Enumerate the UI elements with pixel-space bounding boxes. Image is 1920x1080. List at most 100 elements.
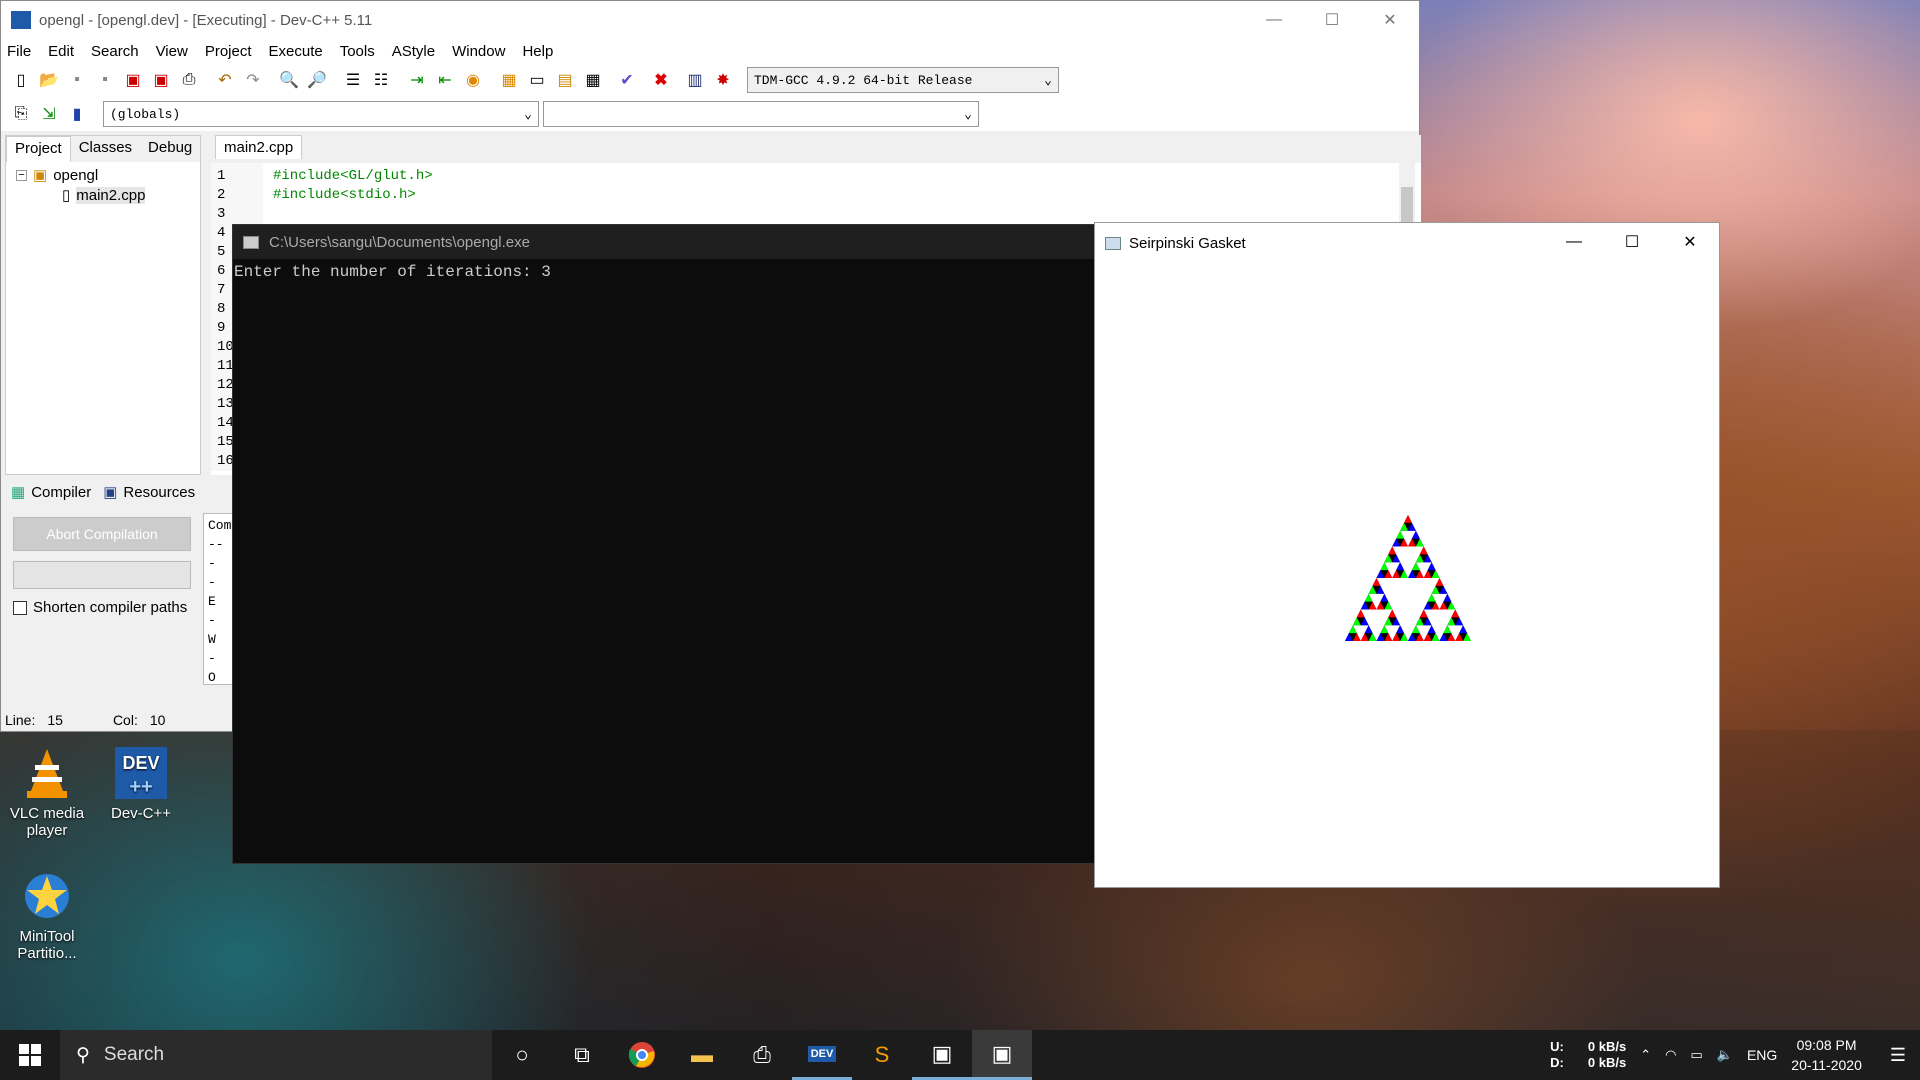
tab-classes[interactable]: Classes bbox=[71, 136, 140, 162]
net-d-value: 0 kB/s bbox=[1587, 1055, 1627, 1070]
menu-search[interactable]: Search bbox=[91, 43, 139, 60]
chrome-icon[interactable] bbox=[612, 1030, 672, 1080]
grid-icon[interactable]: ▦ bbox=[581, 68, 605, 92]
notifications-icon[interactable]: ☰ bbox=[1890, 1045, 1906, 1066]
collapse-icon[interactable]: − bbox=[16, 169, 27, 181]
menu-view[interactable]: View bbox=[156, 43, 188, 60]
toggle-icon[interactable]: ⇲ bbox=[37, 102, 61, 126]
minimize-button[interactable]: — bbox=[1245, 1, 1303, 39]
tree-root[interactable]: − ▣ opengl bbox=[16, 166, 190, 184]
log-line: Com bbox=[208, 518, 232, 533]
goto-line-icon[interactable]: ⇤ bbox=[433, 68, 457, 92]
gasket-face bbox=[1380, 625, 1389, 634]
replace-icon[interactable]: 🔎 bbox=[305, 68, 329, 92]
close-file-icon[interactable]: ▣ bbox=[121, 68, 145, 92]
log-line: - W bbox=[208, 613, 216, 647]
start-button[interactable] bbox=[0, 1030, 60, 1080]
redo-icon[interactable]: ↷ bbox=[241, 68, 265, 92]
close-all-icon[interactable]: ▣ bbox=[149, 68, 173, 92]
menu-astyle[interactable]: AStyle bbox=[392, 43, 435, 60]
menu-help[interactable]: Help bbox=[522, 43, 553, 60]
find-icon[interactable]: 🔍 bbox=[277, 68, 301, 92]
abort-compilation-button[interactable]: Abort Compilation bbox=[13, 517, 191, 551]
print-icon[interactable]: ⎙ bbox=[177, 68, 201, 92]
minimize-button[interactable]: — bbox=[1545, 223, 1603, 261]
close-button[interactable]: ✕ bbox=[1661, 223, 1719, 261]
devcpp-taskbar-icon[interactable]: DEV bbox=[792, 1030, 852, 1080]
debug-icon[interactable]: ✸ bbox=[711, 68, 735, 92]
stop-icon[interactable]: ✖ bbox=[649, 68, 673, 92]
new-project-icon[interactable]: ▦ bbox=[497, 68, 521, 92]
unindent-icon[interactable]: ☷ bbox=[369, 68, 393, 92]
save-icon[interactable]: ▪ bbox=[65, 68, 89, 92]
printer-app-icon[interactable]: ⎙ bbox=[732, 1030, 792, 1080]
maximize-button[interactable]: ☐ bbox=[1603, 223, 1661, 261]
tab-compiler[interactable]: ▦ Compiler bbox=[11, 483, 91, 502]
net-d-label: D: bbox=[1550, 1055, 1564, 1070]
new-file-icon[interactable]: ▯ bbox=[9, 68, 33, 92]
glut-window: Seirpinski Gasket — ☐ ✕ bbox=[1094, 222, 1720, 888]
desktop-icon-minitool[interactable]: MiniTool Partitio... bbox=[2, 868, 92, 962]
taskbar-search[interactable]: ⚲ Search bbox=[60, 1030, 492, 1080]
sublime-text-icon[interactable]: S bbox=[852, 1030, 912, 1080]
goto-icon[interactable]: ⇥ bbox=[405, 68, 429, 92]
desktop-icon-vlc[interactable]: VLC media player bbox=[2, 745, 92, 839]
vlc-cone-icon bbox=[19, 745, 75, 801]
undo-icon[interactable]: ↶ bbox=[213, 68, 237, 92]
desktop-icon-label: Dev-C++ bbox=[110, 805, 172, 822]
console-window: C:\Users\sangu\Documents\opengl.exe Ente… bbox=[232, 224, 1102, 864]
tab-main2-cpp[interactable]: main2.cpp bbox=[215, 135, 303, 159]
console-app-icon bbox=[243, 235, 259, 249]
console-output[interactable]: Enter the number of iterations: 3 bbox=[233, 259, 1101, 285]
scope-select[interactable]: (globals) ⌄ bbox=[103, 101, 539, 127]
console-taskbar-icon[interactable]: ▣ bbox=[912, 1030, 972, 1080]
tab-project[interactable]: Project bbox=[6, 136, 71, 162]
save-all-icon[interactable]: ▪ bbox=[93, 68, 117, 92]
project-folder-icon: ▣ bbox=[33, 167, 48, 184]
console-titlebar[interactable]: C:\Users\sangu\Documents\opengl.exe bbox=[233, 225, 1101, 259]
close-button[interactable]: ✕ bbox=[1361, 1, 1419, 39]
task-view-icon[interactable]: ⧉ bbox=[552, 1030, 612, 1080]
check-icon[interactable]: ✔ bbox=[615, 68, 639, 92]
bookmark-toggle-icon[interactable]: ▮ bbox=[65, 102, 89, 126]
clock[interactable]: 09:08 PM 20-11-2020 bbox=[1791, 1035, 1862, 1075]
glut-titlebar[interactable]: Seirpinski Gasket — ☐ ✕ bbox=[1095, 223, 1719, 263]
chevron-up-icon[interactable]: ⌃ bbox=[1640, 1047, 1651, 1063]
cortana-icon[interactable]: ○ bbox=[492, 1030, 552, 1080]
clock-time: 09:08 PM bbox=[1796, 1037, 1857, 1053]
gasket-face bbox=[1372, 578, 1381, 586]
function-select[interactable]: ⌄ bbox=[543, 101, 979, 127]
tree-file[interactable]: ▯ main2.cpp bbox=[62, 186, 190, 204]
compiler-select-value: TDM-GCC 4.9.2 64-bit Release bbox=[754, 72, 973, 88]
glut-taskbar-icon[interactable]: ▣ bbox=[972, 1030, 1032, 1080]
chart-icon[interactable]: ▥ bbox=[683, 68, 707, 92]
maximize-button[interactable]: ☐ bbox=[1303, 1, 1361, 39]
window-icon[interactable]: ▭ bbox=[525, 68, 549, 92]
shorten-paths-row: Shorten compiler paths bbox=[13, 599, 187, 616]
open-file-icon[interactable]: 📂 bbox=[37, 68, 61, 92]
compiler-select[interactable]: TDM-GCC 4.9.2 64-bit Release ⌄ bbox=[747, 67, 1059, 93]
class-browser-icon[interactable]: ▤ bbox=[553, 68, 577, 92]
menu-file[interactable]: File bbox=[7, 43, 31, 60]
shorten-paths-checkbox[interactable] bbox=[13, 600, 27, 615]
menu-tools[interactable]: Tools bbox=[340, 43, 375, 60]
menu-edit[interactable]: Edit bbox=[48, 43, 74, 60]
file-explorer-icon[interactable]: ▬ bbox=[672, 1030, 732, 1080]
gasket-face bbox=[1427, 562, 1436, 571]
tab-debug[interactable]: Debug bbox=[140, 136, 200, 162]
bookmark-icon[interactable]: ◉ bbox=[461, 68, 485, 92]
volume-icon[interactable]: 🔈 bbox=[1717, 1047, 1733, 1063]
console-title: C:\Users\sangu\Documents\opengl.exe bbox=[269, 233, 530, 251]
desktop-icon-devcpp[interactable]: DEV ++ Dev-C++ bbox=[96, 745, 186, 822]
gasket-face bbox=[1396, 625, 1405, 634]
tab-resources[interactable]: ▣ Resources bbox=[103, 483, 195, 502]
indent-icon[interactable]: ☰ bbox=[341, 68, 365, 92]
devcpp-titlebar[interactable]: opengl - [opengl.dev] - [Executing] - De… bbox=[1, 1, 1419, 39]
insert-icon[interactable]: ⎘ bbox=[9, 102, 33, 126]
menu-project[interactable]: Project bbox=[205, 43, 252, 60]
wifi-icon[interactable]: ◠ bbox=[1665, 1047, 1676, 1063]
language-indicator[interactable]: ENG bbox=[1747, 1047, 1777, 1063]
battery-icon[interactable]: ▭ bbox=[1690, 1047, 1702, 1063]
menu-window[interactable]: Window bbox=[452, 43, 505, 60]
menu-execute[interactable]: Execute bbox=[269, 43, 323, 60]
